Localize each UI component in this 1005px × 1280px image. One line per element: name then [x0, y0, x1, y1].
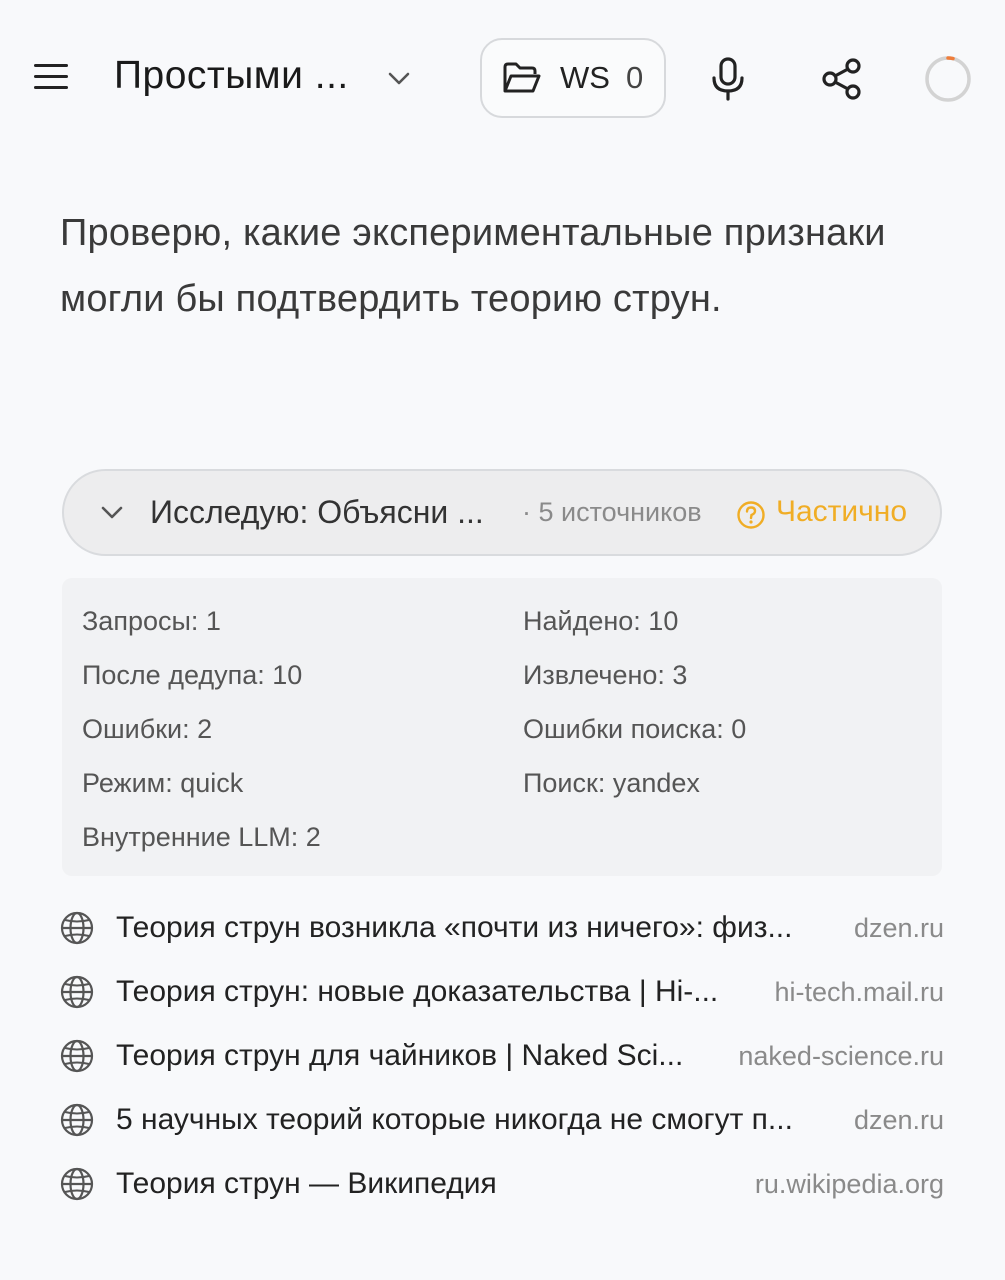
research-summary-toggle[interactable]: Исследую: Объясни ... · 5 источников Час…	[62, 469, 942, 556]
menu-icon[interactable]	[34, 64, 68, 94]
research-status: Частично	[776, 495, 908, 528]
source-item[interactable]: Теория струн — Википедия ru.wikipedia.or…	[60, 1152, 944, 1216]
source-domain: naked-science.ru	[738, 1040, 944, 1071]
source-domain: dzen.ru	[853, 912, 944, 943]
source-item[interactable]: 5 научных теорий которые никогда не смог…	[60, 1088, 944, 1152]
source-title: Теория струн — Википедия	[116, 1167, 497, 1200]
globe-icon	[60, 1039, 94, 1073]
loading-spinner-icon	[925, 56, 971, 102]
chevron-down-icon[interactable]	[384, 64, 414, 94]
top-bar: Простыми ... WS 0	[0, 0, 1005, 160]
workspace-button[interactable]: WS 0	[480, 38, 666, 118]
globe-icon	[60, 975, 94, 1009]
research-title: Исследую: Объясни ...	[150, 494, 484, 530]
workspace-count: 0	[625, 60, 644, 95]
globe-icon	[60, 1103, 94, 1137]
stat-search-errors: Ошибки поиска: 0	[523, 714, 747, 744]
source-title: Теория струн для чайников | Naked Sci...	[116, 1039, 684, 1072]
source-list: Теория струн возникла «почти из ничего»:…	[60, 896, 944, 1216]
source-title: Теория струн: новые доказательства | Hi-…	[116, 975, 719, 1008]
folder-open-icon	[503, 62, 541, 93]
source-item[interactable]: Теория струн возникла «почти из ничего»:…	[60, 896, 944, 960]
globe-icon	[60, 1167, 94, 1201]
share-icon[interactable]	[820, 56, 864, 102]
stat-queries: Запросы: 1	[82, 606, 221, 636]
stat-extracted: Извлечено: 3	[523, 660, 688, 690]
research-sources-count: · 5 источников	[522, 497, 702, 527]
source-domain: dzen.ru	[853, 1104, 944, 1135]
question-circle-icon	[737, 501, 765, 529]
source-item[interactable]: Теория струн для чайников | Naked Sci...…	[60, 1024, 944, 1088]
stat-mode: Режим: quick	[82, 768, 244, 798]
stat-internal-llm: Внутренние LLM: 2	[82, 822, 321, 852]
source-item[interactable]: Теория струн: новые доказательства | Hi-…	[60, 960, 944, 1024]
workspace-label: WS	[560, 60, 610, 95]
microphone-icon[interactable]	[708, 56, 748, 102]
stat-search: Поиск: yandex	[523, 768, 700, 798]
stat-found: Найдено: 10	[523, 606, 679, 636]
source-domain: ru.wikipedia.org	[754, 1168, 944, 1199]
conversation-title[interactable]: Простыми ...	[114, 54, 349, 98]
source-title: Теория струн возникла «почти из ничего»:…	[116, 911, 793, 944]
stat-errors: Ошибки: 2	[82, 714, 213, 744]
chevron-down-icon	[101, 506, 123, 518]
source-domain: hi-tech.mail.ru	[774, 976, 944, 1007]
globe-icon	[60, 911, 94, 945]
research-stats-panel: Запросы: 1 Найдено: 10 После дедупа: 10 …	[62, 578, 942, 876]
assistant-message: Проверю, какие экспериментальные признак…	[60, 212, 886, 320]
source-title: 5 научных теорий которые никогда не смог…	[116, 1103, 793, 1136]
stat-after-dedup: После дедупа: 10	[82, 660, 303, 690]
